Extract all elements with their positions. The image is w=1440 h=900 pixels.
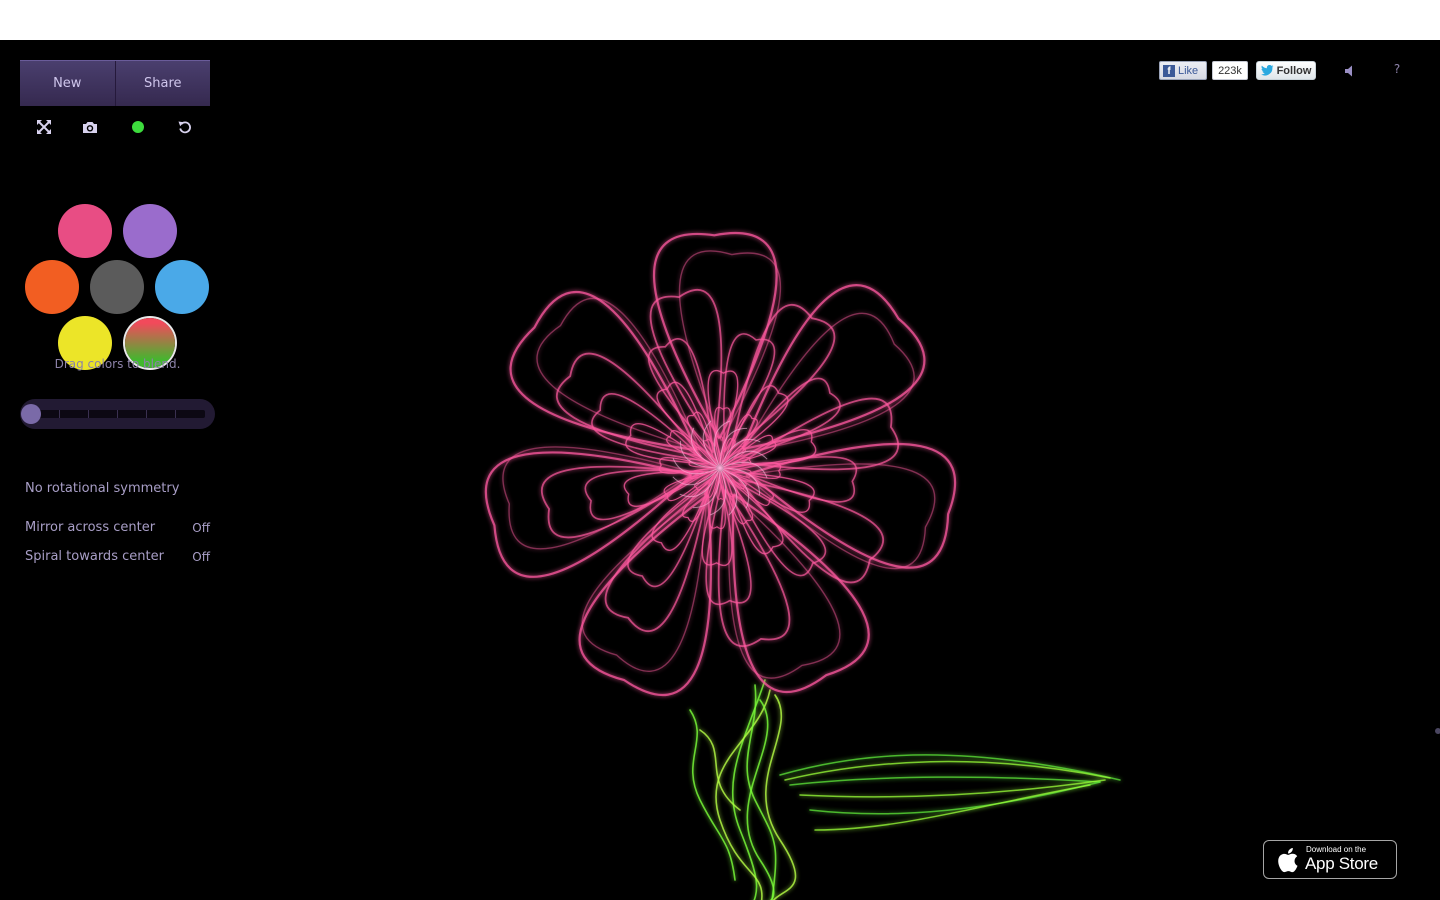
- mirror-option-toggle[interactable]: Off: [192, 521, 210, 535]
- like-label: Like: [1178, 64, 1199, 77]
- spiral-option-toggle[interactable]: Off: [192, 550, 210, 564]
- brush-stroke: [741, 397, 900, 471]
- scroll-handle[interactable]: [1435, 728, 1440, 734]
- undo-icon[interactable]: [174, 116, 196, 138]
- new-button[interactable]: New: [20, 61, 115, 106]
- brush-stroke: [741, 312, 915, 454]
- help-button[interactable]: ?: [1390, 62, 1404, 78]
- app-store-line1: Download on the: [1306, 845, 1367, 854]
- slider-tick: [175, 410, 176, 418]
- follow-label: Follow: [1276, 64, 1312, 77]
- brush-stroke: [540, 465, 699, 539]
- slider-tick: [117, 410, 118, 418]
- brush-stroke: [799, 779, 1106, 798]
- facebook-like-button[interactable]: f Like: [1159, 61, 1207, 80]
- facebook-icon: f: [1163, 64, 1175, 77]
- brush-stroke: [731, 679, 766, 900]
- brush-stroke: [652, 231, 778, 440]
- brush-stroke: [689, 709, 736, 881]
- primary-actions: New Share: [20, 60, 210, 106]
- speaker-icon[interactable]: [1342, 63, 1358, 79]
- swatch-gray[interactable]: [90, 260, 144, 314]
- brush-stroke: [814, 784, 1091, 831]
- brush-stroke: [789, 776, 1101, 786]
- control-panel: New Share Drag colors to blend. No rotat…: [20, 60, 215, 564]
- camera-icon[interactable]: [79, 116, 101, 138]
- brush-dot-icon[interactable]: [127, 116, 149, 138]
- brush-stroke: [604, 486, 710, 633]
- swatch-orange[interactable]: [25, 260, 79, 314]
- share-button[interactable]: Share: [114, 61, 211, 106]
- brush-stroke: [536, 297, 701, 451]
- browser-top-bar: [0, 0, 1440, 40]
- swatch-pink[interactable]: [58, 204, 112, 258]
- tool-row: [20, 116, 210, 138]
- brush-stroke: [699, 729, 741, 811]
- symmetry-label: No rotational symmetry: [25, 481, 180, 496]
- fullscreen-icon[interactable]: [33, 116, 55, 138]
- brush-stroke: [733, 377, 841, 460]
- slider-tick: [59, 410, 60, 418]
- slider-track[interactable]: [34, 410, 205, 418]
- apple-icon: [1278, 848, 1298, 873]
- brush-stroke: [741, 284, 926, 451]
- twitter-follow-button[interactable]: Follow: [1256, 61, 1316, 80]
- mirror-option-label: Mirror across center: [25, 520, 156, 535]
- brush-stroke: [765, 694, 797, 900]
- swatch-purple[interactable]: [123, 204, 177, 258]
- swatch-blue[interactable]: [155, 260, 209, 314]
- brush-stroke: [715, 689, 771, 900]
- symmetry-slider[interactable]: [20, 399, 215, 429]
- twitter-bird-icon: [1260, 65, 1274, 76]
- slider-tick: [146, 410, 147, 418]
- like-count: 223k: [1212, 61, 1248, 80]
- drawing-canvas[interactable]: New Share Drag colors to blend. No rotat…: [0, 40, 1440, 900]
- brush-stroke: [731, 493, 870, 694]
- slider-knob[interactable]: [21, 404, 41, 424]
- app-store-badge[interactable]: Download on the App Store: [1263, 840, 1397, 879]
- slider-tick: [88, 410, 89, 418]
- spiral-option-label: Spiral towards center: [25, 549, 164, 564]
- palette-hint: Drag colors to blend.: [54, 357, 181, 371]
- app-store-line2: App Store: [1305, 854, 1378, 873]
- flower-drawing: [484, 231, 1121, 900]
